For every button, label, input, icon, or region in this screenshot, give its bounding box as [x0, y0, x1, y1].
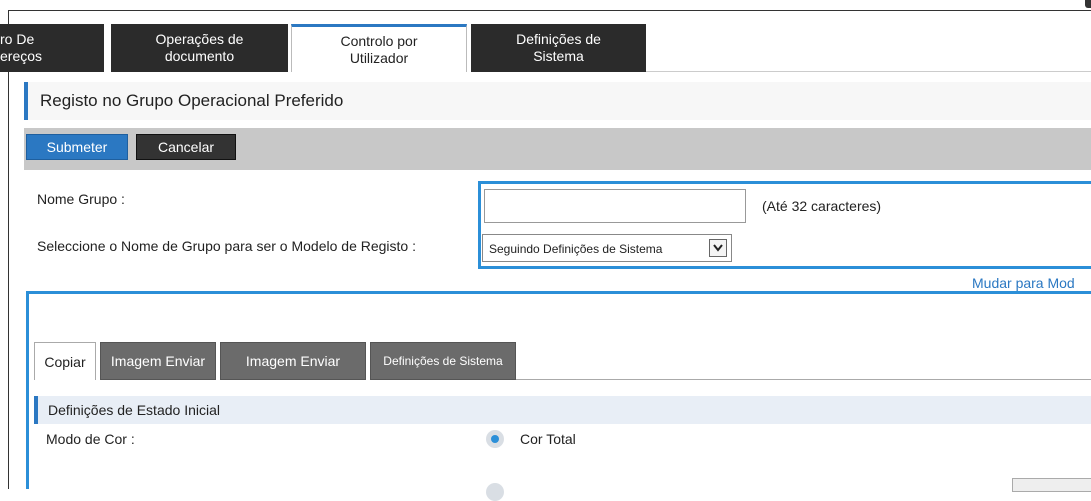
group-name-hint: (Até 32 caracteres) [762, 198, 882, 214]
section-title: Definições de Estado Inicial [48, 402, 220, 418]
frame-left-border [8, 10, 9, 489]
subtab-image-send-1[interactable]: Imagem Enviar [100, 342, 216, 380]
template-group-selected: Seguindo Definições de Sistema [489, 242, 663, 256]
cancel-button[interactable]: Cancelar [136, 134, 236, 160]
tab-strip-empty [646, 24, 1091, 71]
tab-address-book[interactable]: ro De ereços [0, 24, 104, 72]
tab-label-line1: Definições de [516, 31, 601, 47]
subtab-system-settings[interactable]: Definições de Sistema [370, 342, 516, 380]
switch-mode-link[interactable]: Mudar para Mod [972, 275, 1075, 291]
color-mode-full-color-label: Cor Total [520, 431, 576, 447]
color-mode-full-color-radio[interactable] [486, 430, 504, 448]
template-group-label: Seleccione o Nome de Grupo para ser o Mo… [37, 238, 416, 254]
color-mode-label: Modo de Cor : [46, 431, 135, 447]
tab-label-line2: Sistema [533, 48, 584, 64]
subtab-image-send-2[interactable]: Imagem Enviar [220, 342, 366, 380]
page-header: Registo no Grupo Operacional Preferido [24, 82, 1091, 120]
tab-document-operations[interactable]: Operações de documento [111, 24, 288, 72]
subtab-divider [516, 379, 1091, 380]
section-header: Definições de Estado Inicial [34, 396, 1091, 424]
tab-user-control[interactable]: Controlo por Utilizador [291, 24, 467, 72]
action-bar: Submeter Cancelar [24, 128, 1091, 170]
subtab-copy[interactable]: Copiar [34, 342, 96, 380]
group-name-label: Nome Grupo : [37, 191, 125, 207]
partial-button[interactable] [1012, 478, 1091, 492]
tab-system-settings[interactable]: Definições de Sistema [471, 24, 646, 72]
color-mode-option-radio[interactable] [486, 483, 504, 501]
page-title: Registo no Grupo Operacional Preferido [40, 91, 344, 110]
frame-top-border [8, 10, 1091, 11]
chevron-down-icon [709, 239, 727, 257]
submit-button[interactable]: Submeter [26, 134, 128, 160]
settings-panel [26, 291, 1091, 489]
tab-label-line2: documento [164, 48, 235, 64]
tab-strip-divider [646, 71, 1091, 72]
tab-label-line1: Controlo por [340, 32, 418, 49]
window-corner-handle [1085, 0, 1091, 8]
tab-label-line2: Utilizador [349, 49, 409, 66]
template-group-select[interactable]: Seguindo Definições de Sistema [482, 234, 732, 262]
tab-label-line2: ereços [0, 48, 43, 64]
group-name-input[interactable] [484, 189, 746, 223]
tab-label-line1: Operações de [155, 31, 244, 47]
tab-label-line1: ro De [0, 31, 35, 47]
